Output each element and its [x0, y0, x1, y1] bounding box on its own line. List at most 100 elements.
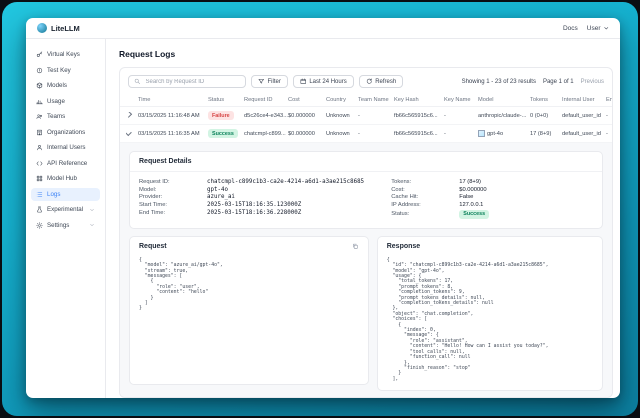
search-input-wrapper[interactable]	[128, 75, 246, 88]
response-panel-title: Response	[387, 243, 420, 250]
table-row[interactable]: 03/15/2025 11:16:48 AMFailured5c26ce4-e3…	[120, 107, 612, 125]
status-badge: Failure	[208, 111, 234, 120]
chevron-down-icon	[89, 222, 95, 228]
row-expander[interactable]	[126, 112, 138, 119]
sidebar-item-logs[interactable]: Logs	[31, 188, 100, 201]
request-details-card: Request Details Request ID:chatcmpl-c899…	[129, 151, 603, 229]
refresh-button-label: Refresh	[375, 79, 396, 85]
sidebar-item-label: Logs	[47, 191, 60, 198]
detail-value: False	[459, 194, 473, 200]
cell-model: anthropic/claude-...	[478, 113, 530, 119]
detail-label: Tokens:	[391, 179, 459, 185]
sidebar-item-api-reference[interactable]: API Reference	[31, 157, 100, 170]
cell-key-name: -	[444, 131, 478, 137]
sidebar-item-models[interactable]: Models	[31, 79, 100, 92]
sidebar-item-label: Internal Users	[47, 144, 86, 151]
sidebar-item-label: Test Key	[47, 67, 71, 74]
table-row[interactable]: 03/15/2025 11:16:35 AMSuccesschatcmpl-c8…	[120, 125, 612, 143]
sidebar-item-experimental[interactable]: Experimental	[31, 203, 100, 216]
window-body: Virtual Keys Test Key Models Usage Teams Orga…	[26, 39, 620, 398]
sidebar-item-usage[interactable]: Usage	[31, 95, 100, 108]
detail-value: 127.0.0.1	[459, 202, 483, 208]
top-navbar: LiteLLM Docs User	[26, 18, 620, 39]
cell-cost: $0.000000	[288, 131, 326, 137]
search-input[interactable]	[144, 78, 241, 86]
sidebar-item-label: Models	[47, 82, 67, 89]
docs-link[interactable]: Docs	[563, 25, 578, 32]
page-title: Request Logs	[119, 49, 613, 59]
column-header: End User	[606, 97, 613, 103]
refresh-icon	[366, 78, 373, 85]
response-panel-header: Response	[378, 237, 602, 256]
topbar-right: Docs User	[563, 25, 609, 32]
sidebar-item-virtual-keys[interactable]: Virtual Keys	[31, 48, 100, 61]
detail-row: Cost:$0.000000	[391, 187, 593, 193]
time-range-button[interactable]: Last 24 Hours	[293, 75, 354, 88]
refresh-button[interactable]: Refresh	[359, 75, 404, 88]
sidebar-item-label: Usage	[47, 98, 65, 105]
previous-page-button[interactable]: Previous	[581, 79, 604, 85]
sidebar-item-label: Organizations	[47, 129, 85, 136]
app-window: LiteLLM Docs User Virtual Keys Test Key Mo…	[26, 18, 620, 398]
column-header: Country	[326, 97, 358, 103]
detail-value: gpt-4o	[207, 187, 228, 193]
detail-row: Model:gpt-4o	[139, 187, 391, 193]
cell-time: 03/15/2025 11:16:35 AM	[138, 131, 208, 137]
detail-row: IP Address:127.0.0.1	[391, 202, 593, 208]
filter-button-label: Filter	[268, 79, 281, 85]
column-header: Internal User	[562, 97, 606, 103]
cell-model: gpt-4o	[478, 130, 530, 137]
cell-internal-user: default_user_id	[562, 131, 606, 137]
sidebar-item-model-hub[interactable]: Model Hub	[31, 172, 100, 185]
cell-request-id: chatcmpl-c899...	[244, 131, 288, 137]
detail-label: Provider:	[139, 194, 207, 200]
detail-row: Provider:azure_ai	[139, 194, 391, 200]
column-header: Request ID	[244, 97, 288, 103]
detail-value: 2025-03-15T18:16:35.123000Z	[207, 202, 301, 208]
row-expander[interactable]	[126, 130, 138, 137]
organizations-icon	[36, 129, 43, 136]
calendar-icon	[300, 78, 307, 85]
filter-icon	[258, 78, 265, 85]
detail-label: Status:	[391, 211, 459, 217]
sidebar-item-teams[interactable]: Teams	[31, 110, 100, 123]
details-left: Request ID:chatcmpl-c899c1b3-ca2e-4214-a…	[139, 177, 391, 221]
copy-icon[interactable]	[352, 243, 359, 250]
detail-row: Cache Hit:False	[391, 194, 593, 200]
cell-internal-user: default_user_id	[562, 113, 606, 119]
sidebar-item-test-key[interactable]: Test Key	[31, 64, 100, 77]
internal-users-icon	[36, 144, 43, 151]
user-menu[interactable]: User	[587, 25, 609, 32]
detail-value: azure_ai	[207, 194, 235, 200]
usage-icon	[36, 98, 43, 105]
column-header: Key Hash	[394, 97, 444, 103]
detail-label: IP Address:	[391, 202, 459, 208]
settings-icon	[36, 222, 43, 229]
request-json: { "model": "azure_ai/gpt-4o", "stream": …	[130, 256, 368, 384]
detail-row: Status:Success	[391, 210, 593, 219]
code-panels: Request { "model": "azure_ai/gpt-4o", "s…	[129, 236, 603, 391]
experimental-icon	[36, 206, 43, 213]
request-panel-header: Request	[130, 237, 368, 256]
expanded-row-details: Request Details Request ID:chatcmpl-c899…	[120, 143, 612, 397]
user-menu-label: User	[587, 25, 601, 32]
cell-tokens: 0 (0+0)	[530, 113, 562, 119]
results-count: Showing 1 - 23 of 23 results	[462, 79, 536, 85]
detail-row: Start Time:2025-03-15T18:16:35.123000Z	[139, 202, 391, 208]
column-header: Key Name	[444, 97, 478, 103]
column-header: Team Name	[358, 97, 394, 103]
cell-country: Unknown	[326, 131, 358, 137]
request-details-title: Request Details	[130, 152, 602, 172]
sidebar-item-label: API Reference	[47, 160, 87, 167]
detail-label: Request ID:	[139, 179, 207, 185]
sidebar-item-internal-users[interactable]: Internal Users	[31, 141, 100, 154]
sidebar-item-organizations[interactable]: Organizations	[31, 126, 100, 139]
sidebar-nav: Virtual Keys Test Key Models Usage Teams Orga…	[26, 39, 106, 398]
response-json: { "id": "chatcmpl-c899c1b3-ca2e-4214-a6d…	[378, 256, 602, 390]
chevron-down-icon	[603, 25, 610, 32]
request-panel-title: Request	[139, 243, 167, 250]
cell-cost: $0.000000	[288, 113, 326, 119]
filter-button[interactable]: Filter	[251, 75, 288, 88]
teams-icon	[36, 113, 43, 120]
sidebar-item-settings[interactable]: Settings	[31, 219, 100, 232]
